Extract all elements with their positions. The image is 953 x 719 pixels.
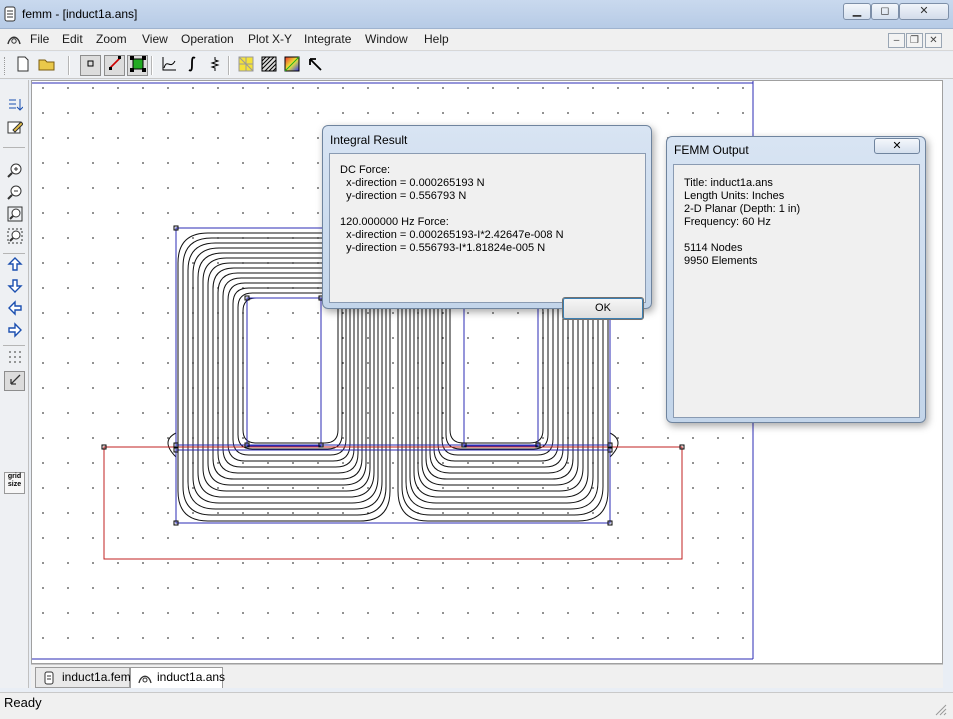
zoom-out-icon[interactable] bbox=[4, 184, 25, 204]
output-line: 2-D Planar (Depth: 1 in) bbox=[684, 203, 801, 215]
edit-properties-icon[interactable] bbox=[4, 119, 25, 139]
femm-app-icon bbox=[4, 6, 16, 22]
tab-induct1a-ans[interactable]: induct1a.ans bbox=[130, 667, 226, 691]
menu-integrate[interactable]: Integrate bbox=[304, 32, 351, 46]
pan-right-icon[interactable] bbox=[4, 322, 25, 342]
sort-list-icon[interactable] bbox=[4, 97, 25, 117]
toolbar-separator bbox=[68, 56, 70, 75]
menu-view[interactable]: View bbox=[142, 32, 168, 46]
femm-post-icon[interactable] bbox=[6, 33, 22, 47]
toolbar-separator bbox=[3, 147, 25, 149]
menu-file[interactable]: File bbox=[30, 32, 49, 46]
document-tabs: induct1a.fem induct1a.ans bbox=[31, 664, 943, 688]
pan-left-icon[interactable] bbox=[4, 300, 25, 320]
output-line: Frequency: 60 Hz bbox=[684, 216, 771, 228]
toolbar-separator bbox=[151, 56, 153, 75]
integral-line: DC Force: bbox=[340, 164, 391, 176]
panel-close-button[interactable]: ✕ bbox=[874, 138, 920, 154]
menu-help[interactable]: Help bbox=[424, 32, 449, 46]
integral-line: y-direction = 0.556793 N bbox=[340, 190, 467, 202]
integral-line: x-direction = 0.000265193 N bbox=[340, 177, 485, 189]
resize-grip-icon[interactable] bbox=[933, 702, 947, 716]
output-line: 9950 Elements bbox=[684, 255, 758, 267]
mdi-restore-button[interactable]: ❐ bbox=[906, 33, 923, 48]
integral-line: y-direction = 0.556793-I*1.81824e-005 N bbox=[340, 242, 546, 254]
panel-title: FEMM Output bbox=[674, 143, 749, 157]
snap-grid-icon[interactable] bbox=[4, 371, 25, 391]
toolbar-separator bbox=[228, 56, 230, 75]
femm-output-panel: FEMM Output ✕ Title: induct1a.ans Length … bbox=[666, 136, 926, 423]
zoom-in-icon[interactable] bbox=[4, 162, 25, 182]
ok-button[interactable]: OK bbox=[562, 297, 644, 320]
femm-doc-icon bbox=[44, 671, 54, 691]
menu-plot-xy[interactable]: Plot X-Y bbox=[248, 32, 292, 46]
title-bar: femm - [induct1a.ans] ▁ ◻ ✕ bbox=[0, 0, 953, 29]
mdi-close-button[interactable]: ✕ bbox=[925, 33, 942, 48]
integral-icon[interactable] bbox=[181, 55, 202, 76]
output-line: Length Units: Inches bbox=[684, 190, 785, 202]
select-contour-icon[interactable] bbox=[104, 55, 125, 76]
show-grid-icon[interactable] bbox=[4, 349, 25, 369]
toolbar bbox=[0, 52, 953, 79]
menu-bar: File Edit Zoom View Operation Plot X-Y I… bbox=[0, 29, 953, 51]
circuit-props-icon[interactable] bbox=[204, 55, 225, 76]
output-text: Title: induct1a.ans Length Units: Inches 2… bbox=[684, 177, 800, 268]
zoom-natural-icon[interactable] bbox=[4, 206, 25, 226]
integral-line: x-direction = 0.000265193-I*2.42647e-008… bbox=[340, 229, 564, 241]
integral-result-text: DC Force: x-direction = 0.000265193 N y-… bbox=[340, 164, 564, 255]
show-mesh-icon[interactable] bbox=[235, 55, 256, 76]
new-document-icon[interactable] bbox=[12, 55, 33, 76]
zoom-window-icon[interactable] bbox=[4, 228, 25, 248]
hatch-pattern-icon[interactable] bbox=[258, 55, 279, 76]
vector-arrow-icon[interactable] bbox=[304, 55, 325, 76]
menu-operation[interactable]: Operation bbox=[181, 32, 234, 46]
toolbar-separator bbox=[3, 345, 25, 347]
menu-edit[interactable]: Edit bbox=[62, 32, 83, 46]
toolbar-separator bbox=[3, 253, 25, 255]
menu-zoom[interactable]: Zoom bbox=[96, 32, 127, 46]
tab-induct1a-fem[interactable]: induct1a.fem bbox=[35, 667, 131, 691]
plot-xy-icon[interactable] bbox=[158, 55, 179, 76]
open-folder-icon[interactable] bbox=[36, 55, 57, 76]
toolbar-grip bbox=[4, 57, 7, 75]
femm-post-icon bbox=[137, 672, 153, 691]
pan-down-icon[interactable] bbox=[4, 278, 25, 298]
restore-button[interactable]: ◻ bbox=[871, 3, 899, 20]
integral-line bbox=[340, 203, 564, 216]
tab-label: induct1a.ans bbox=[157, 670, 226, 684]
close-button[interactable]: ✕ bbox=[899, 3, 949, 20]
density-plot-icon[interactable] bbox=[281, 55, 302, 76]
window-title: femm - [induct1a.ans] bbox=[22, 7, 138, 21]
select-point-icon[interactable] bbox=[80, 55, 101, 76]
output-line: Title: induct1a.ans bbox=[684, 177, 773, 189]
panel-body: Title: induct1a.ans Length Units: Inches 2… bbox=[673, 164, 920, 418]
integral-line: 120.000000 Hz Force: bbox=[340, 216, 449, 228]
status-text: Ready bbox=[4, 695, 42, 710]
grid-size-button[interactable]: grid size bbox=[4, 472, 25, 494]
left-toolbar: grid size bbox=[0, 80, 29, 688]
status-bar: Ready bbox=[0, 692, 953, 719]
output-line: 5114 Nodes bbox=[684, 242, 743, 254]
select-area-icon[interactable] bbox=[127, 55, 148, 76]
dialog-title: Integral Result bbox=[330, 133, 408, 147]
pan-up-icon[interactable] bbox=[4, 256, 25, 276]
integral-result-dialog: Integral Result DC Force: x-direction = … bbox=[322, 125, 652, 320]
menu-window[interactable]: Window bbox=[365, 32, 408, 46]
dialog-body: DC Force: x-direction = 0.000265193 N y-… bbox=[329, 153, 646, 320]
tab-label: induct1a.fem bbox=[62, 670, 131, 684]
mdi-minimize-button[interactable]: ‒ bbox=[888, 33, 905, 48]
minimize-button[interactable]: ▁ bbox=[843, 3, 871, 20]
